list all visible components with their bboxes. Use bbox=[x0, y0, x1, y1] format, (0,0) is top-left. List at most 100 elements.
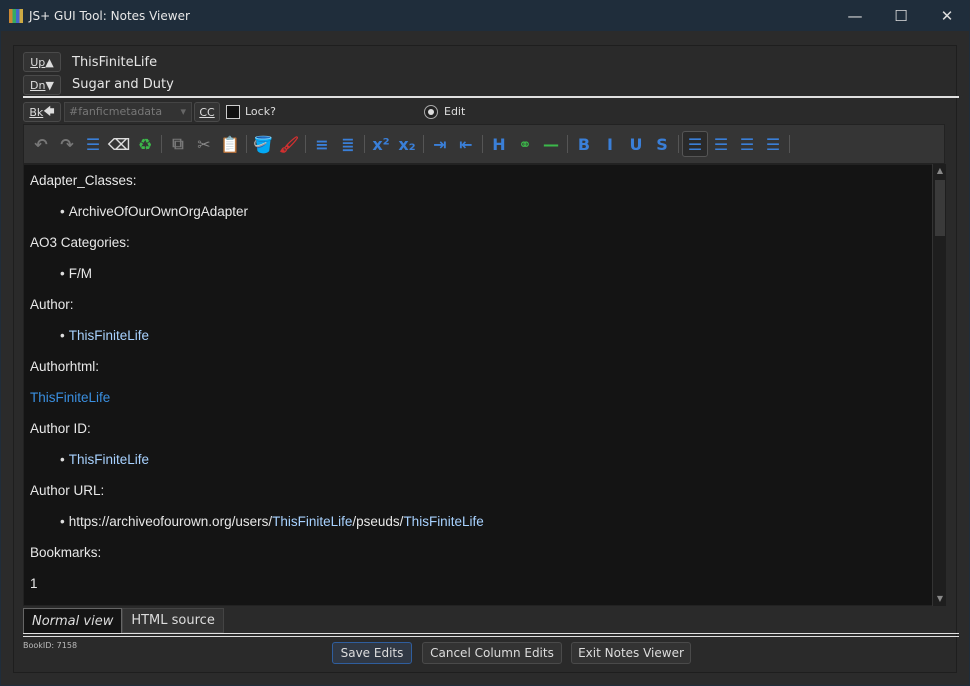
down-arrow-icon: ▼ bbox=[45, 78, 54, 92]
toolbar-separator bbox=[567, 135, 568, 153]
lock-label: Lock? bbox=[245, 105, 276, 118]
list-item: https://archiveofourown.org/users/ThisFi… bbox=[60, 514, 484, 529]
text-segment: https://archiveofourown.org/users/ bbox=[68, 514, 273, 529]
edit-radio[interactable] bbox=[424, 105, 438, 119]
text: ArchiveOfOurOwnOrgAdapter bbox=[68, 204, 249, 219]
text: ThisFiniteLife bbox=[68, 328, 150, 343]
paragraph: Author URL: bbox=[30, 483, 104, 498]
text: Author ID: bbox=[30, 421, 91, 436]
column-select[interactable]: #fanficmetadata bbox=[64, 102, 192, 122]
text-segment: ThisFiniteLife bbox=[403, 514, 484, 529]
paragraph: Authorhtml: bbox=[30, 359, 99, 374]
undo-icon[interactable]: ↶ bbox=[28, 131, 54, 157]
notes-editor[interactable]: Adapter_Classes: ArchiveOfOurOwnOrgAdapte… bbox=[23, 164, 945, 606]
toolbar-separator bbox=[364, 135, 365, 153]
toolbar-separator bbox=[678, 135, 679, 153]
bold-icon[interactable]: B bbox=[571, 131, 597, 157]
save-edits-button[interactable]: Save Edits bbox=[332, 642, 412, 664]
heading-icon[interactable]: H bbox=[486, 131, 512, 157]
back-arrow-icon: 🡄 bbox=[43, 104, 55, 118]
text: F/M bbox=[68, 266, 92, 281]
text: Authorhtml: bbox=[30, 359, 100, 374]
text[interactable]: ThisFiniteLife bbox=[30, 390, 110, 405]
text: Adapter_Classes: bbox=[30, 173, 137, 188]
scroll-up-icon[interactable]: ▲ bbox=[933, 164, 947, 178]
up-label: Up bbox=[30, 55, 46, 69]
notes-panel: Up ▲ ThisFiniteLife Dn ▼ Sugar and Duty Bk… bbox=[13, 45, 959, 673]
author-name: ThisFiniteLife bbox=[72, 55, 158, 70]
text: ThisFiniteLife bbox=[68, 452, 150, 467]
dn-label: Dn bbox=[30, 78, 46, 92]
minimize-button[interactable]: — bbox=[832, 0, 878, 31]
align-right-icon[interactable]: ☰ bbox=[734, 131, 760, 157]
align-left-icon[interactable]: ☰ bbox=[682, 131, 708, 157]
paragraph: Adapter_Classes: bbox=[30, 173, 137, 188]
scroll-thumb[interactable] bbox=[935, 180, 945, 236]
numbered-list-icon[interactable]: ≡ bbox=[309, 131, 335, 157]
cc-button[interactable]: CC bbox=[194, 102, 220, 122]
superscript-icon[interactable]: x² bbox=[368, 131, 394, 157]
divider bbox=[23, 96, 959, 98]
title-bar: JS+ GUI Tool: Notes Viewer — ☐ ✕ bbox=[0, 0, 970, 31]
underline-icon[interactable]: U bbox=[623, 131, 649, 157]
recycle-icon[interactable]: ♻ bbox=[132, 131, 158, 157]
edit-label: Edit bbox=[444, 105, 466, 118]
strikethrough-icon[interactable]: S bbox=[649, 131, 675, 157]
tab-html-source[interactable]: HTML source bbox=[122, 608, 224, 633]
list-item: F/M bbox=[60, 266, 92, 281]
app-books-icon bbox=[9, 8, 23, 23]
paragraph: 1 bbox=[30, 576, 38, 591]
divider bbox=[23, 633, 959, 634]
text: Bookmarks: bbox=[30, 545, 102, 560]
up-arrow-icon: ▲ bbox=[45, 55, 54, 69]
fill-color-icon[interactable]: 🪣 bbox=[250, 131, 276, 157]
window-body: Up ▲ ThisFiniteLife Dn ▼ Sugar and Duty Bk… bbox=[1, 31, 969, 685]
book-title: Sugar and Duty bbox=[72, 77, 174, 92]
indent-icon[interactable]: ⇥ bbox=[427, 131, 453, 157]
bullet-list-icon[interactable]: ≣ bbox=[335, 131, 361, 157]
text-segment: /pseuds/ bbox=[352, 514, 404, 529]
link-icon[interactable]: ⚭ bbox=[512, 131, 538, 157]
toolbar-separator bbox=[305, 135, 306, 153]
exit-notes-viewer-button[interactable]: Exit Notes Viewer bbox=[571, 642, 691, 664]
editor-scrollbar[interactable]: ▲ ▼ bbox=[932, 164, 946, 606]
text: Author: bbox=[30, 297, 74, 312]
back-label: Bk bbox=[29, 105, 44, 119]
list-item: ThisFiniteLife bbox=[60, 452, 149, 467]
paragraph: Author ID: bbox=[30, 421, 91, 436]
paragraph: Author: bbox=[30, 297, 74, 312]
window-title: JS+ GUI Tool: Notes Viewer bbox=[29, 8, 190, 23]
toolbar-separator bbox=[161, 135, 162, 153]
toolbar-separator bbox=[423, 135, 424, 153]
up-button[interactable]: Up ▲ bbox=[23, 52, 61, 72]
list-item: ArchiveOfOurOwnOrgAdapter bbox=[60, 204, 248, 219]
horizontal-rule-icon[interactable]: — bbox=[538, 131, 564, 157]
eraser-icon[interactable]: ⌫ bbox=[106, 131, 132, 157]
toolbar-separator bbox=[246, 135, 247, 153]
select-all-icon[interactable]: ☰ bbox=[80, 131, 106, 157]
paragraph: Bookmarks: bbox=[30, 545, 101, 560]
close-button[interactable]: ✕ bbox=[924, 0, 970, 31]
justify-icon[interactable]: ☰ bbox=[760, 131, 786, 157]
paste-icon[interactable]: 📋 bbox=[217, 131, 243, 157]
copy-icon[interactable]: ⧉ bbox=[165, 131, 191, 157]
text-segment: ThisFiniteLife bbox=[272, 514, 353, 529]
scroll-down-icon[interactable]: ▼ bbox=[933, 592, 947, 606]
down-button[interactable]: Dn ▼ bbox=[23, 75, 61, 95]
text: 1 bbox=[30, 576, 38, 591]
tab-normal-view[interactable]: Normal view bbox=[23, 608, 123, 633]
cancel-column-edits-button[interactable]: Cancel Column Edits bbox=[422, 642, 562, 664]
redo-icon[interactable]: ↷ bbox=[54, 131, 80, 157]
format-toolbar: ↶ ↷ ☰ ⌫ ♻ ⧉ ✂ 📋 🪣 🖌 ≡ ≣ x² x₂ ⇥ ⇤ H ⚭ — B I U S ☰ ☰ ☰ ☰ bbox=[23, 124, 945, 164]
italic-icon[interactable]: I bbox=[597, 131, 623, 157]
align-center-icon[interactable]: ☰ bbox=[708, 131, 734, 157]
maximize-button[interactable]: ☐ bbox=[878, 0, 924, 31]
book-id: BookID: 7158 bbox=[23, 641, 78, 650]
back-button[interactable]: Bk 🡄 bbox=[23, 102, 61, 122]
text: AO3 Categories: bbox=[30, 235, 130, 250]
outdent-icon[interactable]: ⇤ bbox=[453, 131, 479, 157]
cut-icon[interactable]: ✂ bbox=[191, 131, 217, 157]
lock-checkbox[interactable] bbox=[226, 105, 240, 119]
brush-icon[interactable]: 🖌 bbox=[276, 131, 302, 157]
subscript-icon[interactable]: x₂ bbox=[394, 131, 420, 157]
